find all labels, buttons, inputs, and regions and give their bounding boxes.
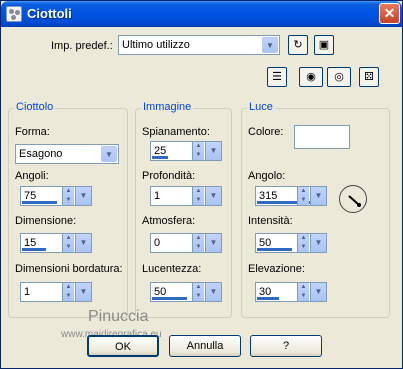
preset-value: Ultimo utilizzo [122,39,190,51]
up-down-arrows-icon[interactable]: ▲ ▼ [192,142,204,160]
layout-icon: ☰ [272,71,282,83]
bordatura-spinner[interactable]: 1 ▲ ▼ ▼ [20,282,92,302]
forma-value: Esagono [19,148,63,160]
chevron-down-icon[interactable]: ▼ [101,146,117,162]
chevron-down-icon[interactable]: ▼ [310,187,326,205]
up-down-arrows-icon[interactable]: ▲ ▼ [192,234,204,252]
preview-auto-button[interactable]: ◎ [327,67,351,87]
light-color-swatch[interactable] [294,125,350,149]
profondita-label: Profondità: [142,170,196,182]
chevron-down-icon[interactable]: ▼ [205,283,221,301]
up-down-arrows-icon[interactable]: ▲ ▼ [62,283,74,301]
up-down-arrows-icon[interactable]: ▲ ▼ [192,283,204,301]
preset-select[interactable]: Ultimo utilizzo ▼ [118,35,280,55]
atmosfera-value: 0 [154,237,161,249]
spianamento-level-bar [152,156,168,159]
window-title: Ciottoli [27,6,72,21]
dimensione-label: Dimensione: [15,215,77,227]
eye-open-icon: ◎ [334,71,344,83]
up-down-arrows-icon[interactable]: ▲ ▼ [297,283,309,301]
chevron-down-icon[interactable]: ▼ [310,234,326,252]
atmosfera-spinner[interactable]: 0 ▲ ▼ ▼ [150,233,222,253]
eye-icon: ◉ [306,71,316,83]
chevron-down-icon[interactable]: ▼ [310,283,326,301]
profondita-spinner[interactable]: 1 ▲ ▼ ▼ [150,186,222,206]
preset-label: Imp. predef.: [51,40,113,52]
profondita-value: 1 [154,190,161,202]
forma-select[interactable]: Esagono ▼ [15,144,119,164]
up-down-arrows-icon[interactable]: ▲ ▼ [62,187,74,205]
chevron-down-icon[interactable]: ▼ [205,187,221,205]
watermark-name: Pinuccia [88,308,149,325]
chevron-down-icon[interactable]: ▼ [75,234,91,252]
light-angle-dial[interactable] [339,185,367,213]
chevron-down-icon[interactable]: ▼ [205,142,221,160]
chevron-down-icon[interactable]: ▼ [262,37,278,53]
spianamento-spinner[interactable]: 25 ▲ ▼ ▼ [150,141,222,161]
intensita-level-bar [257,248,292,251]
dice-icon: ⚄ [364,71,374,83]
dimensione-spinner[interactable]: 15 ▲ ▼ ▼ [20,233,92,253]
up-down-arrows-icon[interactable]: ▲ ▼ [192,187,204,205]
dial-needle-icon [348,195,361,207]
title-bar[interactable]: Ciottoli ✕ [1,1,402,27]
angolo-label: Angolo: [248,170,286,182]
elevazione-label: Elevazione: [248,263,305,275]
app-icon [6,6,22,22]
immagine-group-title: Immagine [141,101,194,113]
bordatura-label: Dimensioni bordatura: [15,263,123,275]
preview-toggle-button[interactable]: ◉ [299,67,323,87]
lucentezza-label: Lucentezza: [142,263,202,275]
up-down-arrows-icon[interactable]: ▲ ▼ [297,187,309,205]
chevron-down-icon[interactable]: ▼ [205,234,221,252]
luce-group-title: Luce [247,101,275,113]
forma-label: Forma: [15,126,50,138]
spianamento-label: Spianamento: [142,126,210,138]
bordatura-value: 1 [24,286,31,298]
elevazione-level-bar [257,297,279,300]
up-down-arrows-icon[interactable]: ▲ ▼ [62,234,74,252]
lucentezza-spinner[interactable]: 50 ▲ ▼ ▼ [150,282,222,302]
save-preset-button[interactable]: ▣ [314,35,334,55]
dimensione-level-bar [22,248,46,251]
elevazione-spinner[interactable]: 30 ▲ ▼ ▼ [255,282,327,302]
help-button[interactable]: ? [250,335,322,357]
randomize-button[interactable]: ⚄ [359,67,379,87]
ok-button[interactable]: OK [87,335,159,357]
save-icon: ▣ [318,39,330,51]
chevron-down-icon[interactable]: ▼ [75,187,91,205]
reset-button[interactable]: ↻ [288,35,308,55]
colore-label: Colore: [248,126,284,138]
ciottolo-group-title: Ciottolo [14,101,56,113]
reset-icon: ↻ [293,39,303,51]
angoli-level-bar [22,201,57,204]
up-down-arrows-icon[interactable]: ▲ ▼ [297,234,309,252]
intensita-label: Intensità: [248,215,293,227]
angolo-spinner[interactable]: 315 ▲ ▼ ▼ [255,186,327,206]
dialog-window: Ciottoli ✕ Imp. predef.: Ultimo utilizzo… [0,0,403,369]
intensita-spinner[interactable]: 50 ▲ ▼ ▼ [255,233,327,253]
lucentezza-level-bar [152,297,187,300]
atmosfera-label: Atmosfera: [142,215,196,227]
angoli-label: Angoli: [15,170,49,182]
cancel-button[interactable]: Annulla [169,335,241,357]
chevron-down-icon[interactable]: ▼ [75,283,91,301]
angoli-spinner[interactable]: 75 ▲ ▼ ▼ [20,186,92,206]
layout-button[interactable]: ☰ [267,67,287,87]
close-button[interactable]: ✕ [379,3,400,24]
